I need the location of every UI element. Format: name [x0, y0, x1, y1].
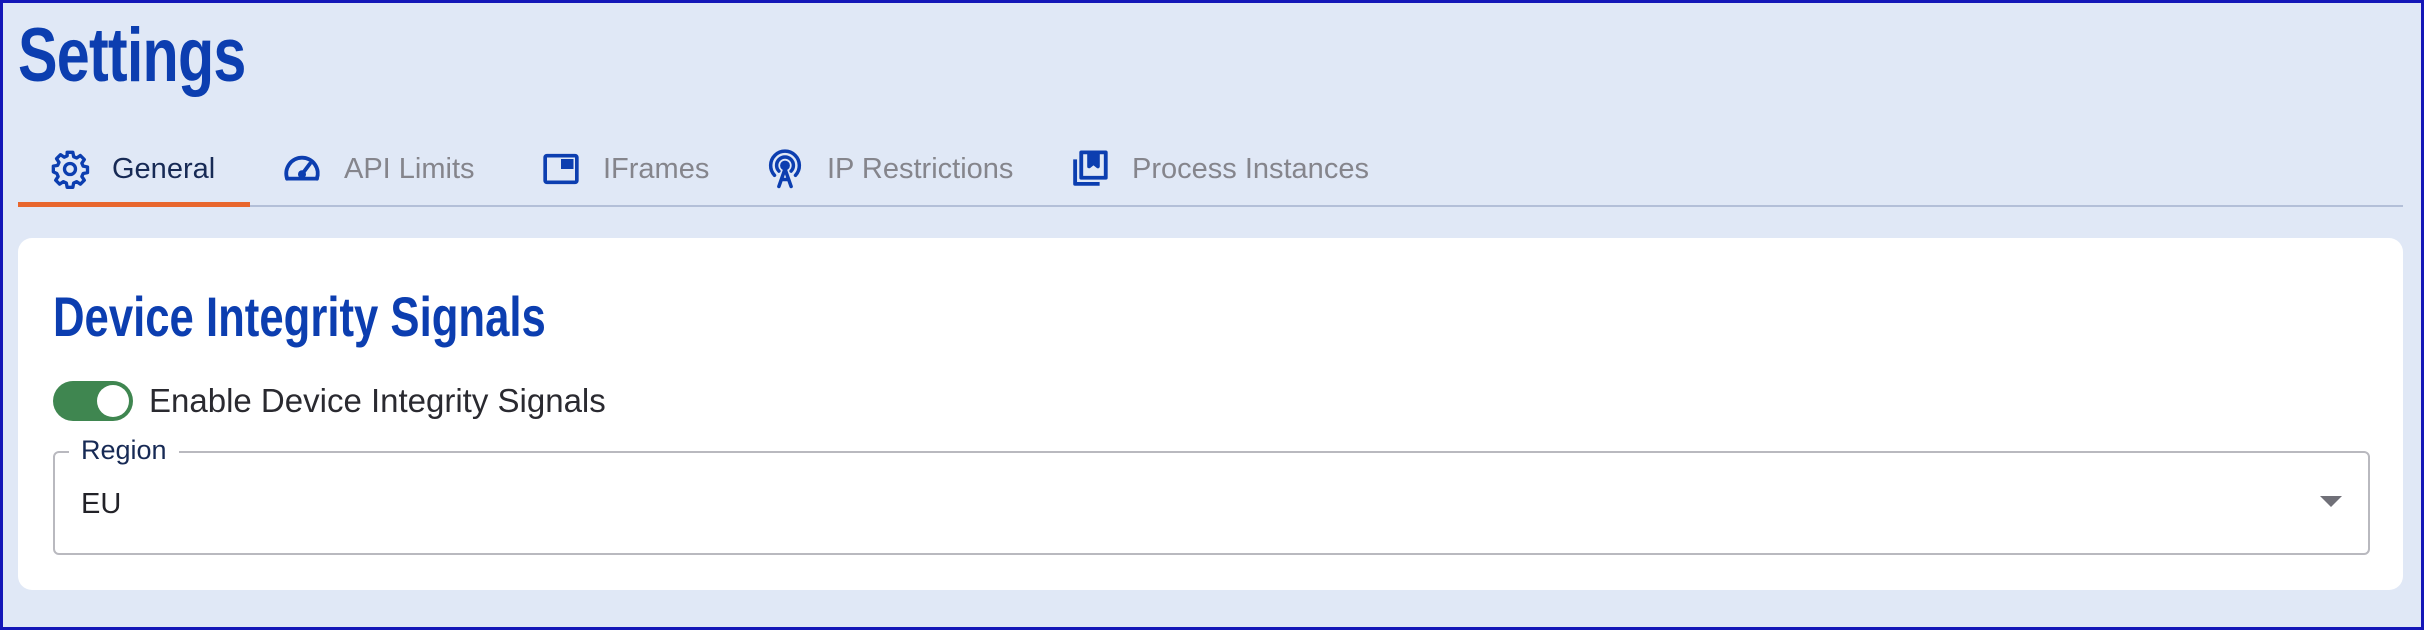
gear-icon: [48, 147, 92, 191]
tab-general-label: General: [112, 152, 216, 185]
tab-iframes-label: IFrames: [603, 152, 710, 185]
tab-general[interactable]: General: [48, 133, 215, 205]
broadcast-tower-icon: [763, 147, 807, 191]
tab-ip-restrictions[interactable]: IP Restrictions: [763, 133, 1013, 205]
bookmark-stack-icon: [1068, 147, 1112, 191]
tab-iframes[interactable]: IFrames: [539, 133, 709, 205]
region-select-label: Region: [69, 432, 179, 468]
tab-process-instances-label: Process Instances: [1132, 152, 1369, 185]
settings-tab-bar: General API Limits IFrames IP Restrictio…: [18, 133, 2403, 207]
tab-process-instances[interactable]: Process Instances: [1068, 133, 1369, 205]
tab-ip-restrictions-label: IP Restrictions: [827, 152, 1014, 185]
speedometer-icon: [280, 147, 324, 191]
device-integrity-card: Device Integrity Signals Enable Device I…: [18, 238, 2403, 590]
page-title: Settings: [18, 13, 246, 98]
settings-window: Settings General API Limits IFrames IP R…: [0, 0, 2424, 630]
toggle-switch[interactable]: [53, 381, 133, 421]
device-integrity-toggle[interactable]: Enable Device Integrity Signals: [53, 378, 606, 424]
tab-api-limits[interactable]: API Limits: [280, 133, 475, 205]
dropdown-arrow-icon[interactable]: [2320, 496, 2342, 507]
toggle-label: Enable Device Integrity Signals: [149, 382, 606, 419]
region-select[interactable]: Region EU: [53, 432, 2370, 555]
tab-api-limits-label: API Limits: [344, 152, 475, 185]
toggle-knob: [97, 385, 129, 417]
region-select-value: EU: [81, 488, 122, 520]
iframe-window-icon: [539, 147, 583, 191]
section-title: Device Integrity Signals: [53, 285, 546, 348]
active-tab-indicator: [18, 202, 250, 207]
